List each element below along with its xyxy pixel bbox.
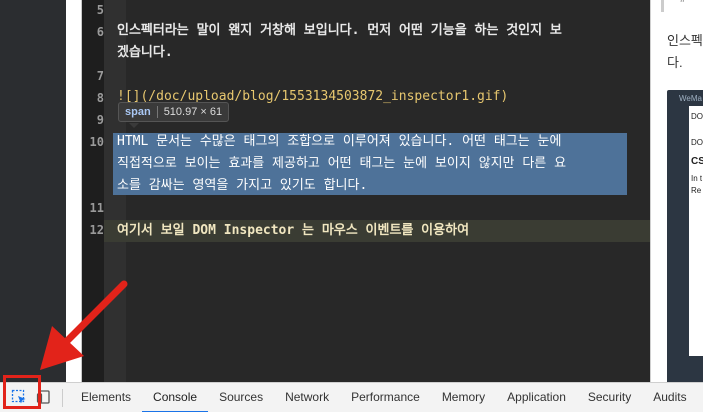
annotation-arrow-icon <box>40 280 128 370</box>
